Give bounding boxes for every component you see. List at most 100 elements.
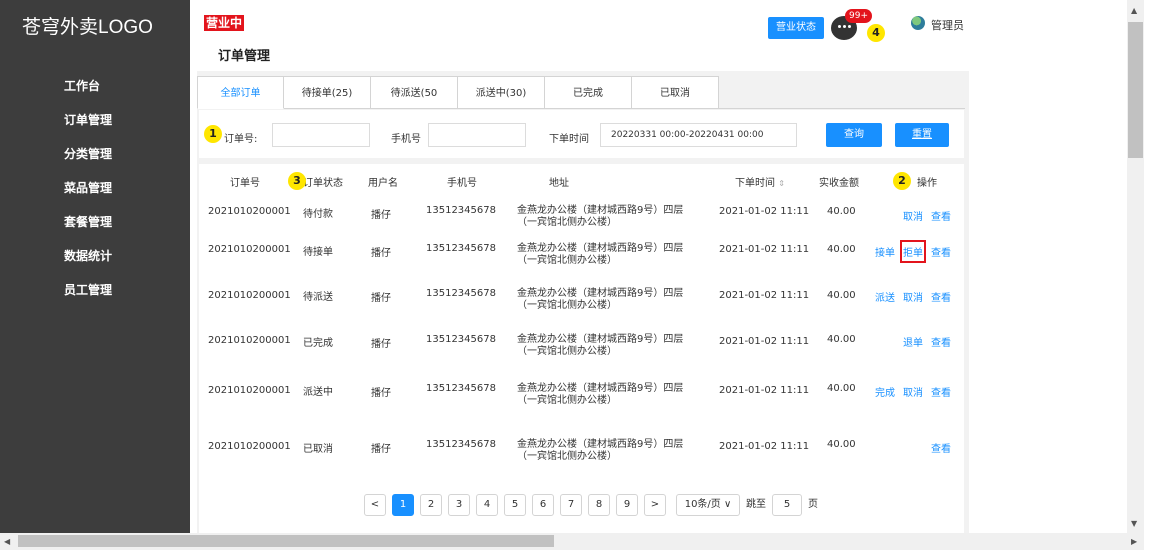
callout-1: 1 [204, 125, 222, 143]
order-number-input[interactable] [272, 123, 370, 147]
cell-address: 金燕龙办公楼（建材城西路9号）四层 （一宾馆北侧办公楼） [517, 205, 683, 229]
cell-order-id: 2021010200001 [208, 206, 291, 217]
cell-amount: 40.00 [827, 206, 856, 217]
column-header-time[interactable]: 下单时间 ⇕ [735, 174, 785, 189]
page-unit-label: 页 [808, 499, 818, 510]
cell-address-line2: （一宾馆北侧办公楼） [517, 451, 617, 462]
cell-address-line2: （一宾馆北侧办公楼） [517, 217, 617, 228]
cell-order-id: 2021010200001 [208, 441, 291, 452]
reset-button[interactable]: 重置 [895, 123, 949, 147]
view-link[interactable]: 查看 [931, 334, 951, 349]
admin-name[interactable]: 管理员 [931, 17, 964, 33]
scroll-left-icon[interactable]: ◀ [4, 537, 10, 546]
page-1-button[interactable]: 1 [392, 494, 414, 516]
dispatch-link[interactable]: 派送 [875, 289, 895, 304]
complete-link[interactable]: 完成 [875, 384, 895, 399]
cell-address-line1: 金燕龙办公楼（建材城西路9号）四层 [517, 439, 684, 450]
tab-delivering[interactable]: 派送中(30) [458, 76, 545, 109]
column-header-user: 用户名 [368, 178, 398, 189]
order-tabs: 全部订单 待接单(25) 待派送(50 派送中(30) 已完成 已取消 [197, 76, 965, 109]
sidebar-item-employees[interactable]: 员工管理 [0, 280, 190, 314]
cell-phone: 13512345678 [426, 243, 496, 254]
cell-status: 已取消 [303, 444, 333, 455]
cell-user: 播仔 [371, 339, 391, 350]
page-title: 订单管理 [218, 49, 271, 64]
cell-order-id: 2021010200001 [208, 290, 291, 301]
page-3-button[interactable]: 3 [448, 494, 470, 516]
message-badge: 99+ [845, 9, 872, 23]
page-7-button[interactable]: 7 [560, 494, 582, 516]
cell-status: 待接单 [303, 247, 333, 258]
cell-address: 金燕龙办公楼（建材城西路9号）四层 （一宾馆北侧办公楼） [517, 383, 683, 407]
jump-label: 跳至 [746, 499, 766, 510]
column-header-phone: 手机号 [447, 178, 477, 189]
page-9-button[interactable]: 9 [616, 494, 638, 516]
page-8-button[interactable]: 8 [588, 494, 610, 516]
cell-time: 2021-01-02 11:11 [719, 206, 810, 217]
callout-2: 2 [893, 172, 911, 190]
cell-order-id: 2021010200001 [208, 385, 291, 396]
order-time-range-input[interactable]: 20220331 00:00-20220431 00:00 [600, 123, 797, 147]
page-4-button[interactable]: 4 [476, 494, 498, 516]
cell-address: 金燕龙办公楼（建材城西路9号）四层 （一宾馆北侧办公楼） [517, 243, 683, 267]
shop-status-tag: 营业中 [204, 15, 245, 31]
view-link[interactable]: 查看 [931, 384, 951, 399]
cancel-link[interactable]: 取消 [903, 208, 923, 223]
view-link[interactable]: 查看 [931, 289, 951, 304]
cell-order-id: 2021010200001 [208, 335, 291, 346]
scroll-down-icon[interactable]: ▼ [1131, 519, 1137, 528]
prev-page-button[interactable]: < [364, 494, 386, 516]
cell-amount: 40.00 [827, 439, 856, 450]
scroll-up-icon[interactable]: ▲ [1131, 6, 1137, 15]
sort-icon[interactable]: ⇕ [778, 179, 785, 188]
refund-link[interactable]: 退单 [903, 334, 923, 349]
cell-address-line1: 金燕龙办公楼（建材城西路9号）四层 [517, 205, 684, 216]
tab-completed[interactable]: 已完成 [545, 76, 632, 109]
sidebar-item-dishes[interactable]: 菜品管理 [0, 178, 190, 212]
accept-link[interactable]: 接单 [875, 244, 895, 259]
tab-cancelled[interactable]: 已取消 [632, 76, 719, 109]
order-number-label: 订单号: [224, 134, 258, 145]
sidebar-item-setmeals[interactable]: 套餐管理 [0, 212, 190, 246]
cell-address-line1: 金燕龙办公楼（建材城西路9号）四层 [517, 383, 684, 394]
view-link[interactable]: 查看 [931, 208, 951, 223]
cell-user: 播仔 [371, 248, 391, 259]
cell-time: 2021-01-02 11:11 [719, 290, 810, 301]
sidebar-item-workbench[interactable]: 工作台 [0, 76, 190, 110]
page-5-button[interactable]: 5 [504, 494, 526, 516]
cancel-link[interactable]: 取消 [903, 289, 923, 304]
scroll-right-icon[interactable]: ▶ [1131, 537, 1137, 546]
sidebar-item-statistics[interactable]: 数据统计 [0, 246, 190, 280]
sidebar-item-orders[interactable]: 订单管理 [0, 110, 190, 144]
cell-address-line2: （一宾馆北侧办公楼） [517, 395, 617, 406]
vertical-scroll-thumb[interactable] [1128, 22, 1143, 158]
cancel-link[interactable]: 取消 [903, 384, 923, 399]
column-header-amount: 实收金额 [819, 178, 859, 189]
horizontal-scroll-thumb[interactable] [18, 535, 554, 547]
callout-4: 4 [867, 24, 885, 42]
cell-status: 待派送 [303, 292, 333, 303]
phone-label: 手机号 [391, 134, 421, 145]
tab-pending-delivery[interactable]: 待派送(50 [371, 76, 458, 109]
page-size-select[interactable]: 10条/页 ∨ [676, 494, 740, 516]
page-2-button[interactable]: 2 [420, 494, 442, 516]
cell-address: 金燕龙办公楼（建材城西路9号）四层 （一宾馆北侧办公楼） [517, 334, 683, 358]
phone-input[interactable] [428, 123, 526, 147]
page-6-button[interactable]: 6 [532, 494, 554, 516]
next-page-button[interactable]: > [644, 494, 666, 516]
cell-amount: 40.00 [827, 383, 856, 394]
shop-status-button[interactable]: 营业状态 [768, 17, 824, 39]
cell-address-line2: （一宾馆北侧办公楼） [517, 346, 617, 357]
tab-pending-accept[interactable]: 待接单(25) [284, 76, 371, 109]
tab-all[interactable]: 全部订单 [197, 76, 284, 109]
view-link[interactable]: 查看 [931, 244, 951, 259]
avatar[interactable] [911, 16, 925, 30]
sidebar-item-categories[interactable]: 分类管理 [0, 144, 190, 178]
sidebar: 苍穹外卖LOGO 工作台 订单管理 分类管理 菜品管理 套餐管理 数据统计 员工… [0, 0, 190, 533]
reject-link[interactable]: 拒单 [900, 240, 926, 263]
cell-time: 2021-01-02 11:11 [719, 336, 810, 347]
cell-time: 2021-01-02 11:11 [719, 244, 810, 255]
view-link[interactable]: 查看 [931, 440, 951, 455]
query-button[interactable]: 查询 [826, 123, 882, 147]
jump-page-input[interactable]: 5 [772, 494, 802, 516]
